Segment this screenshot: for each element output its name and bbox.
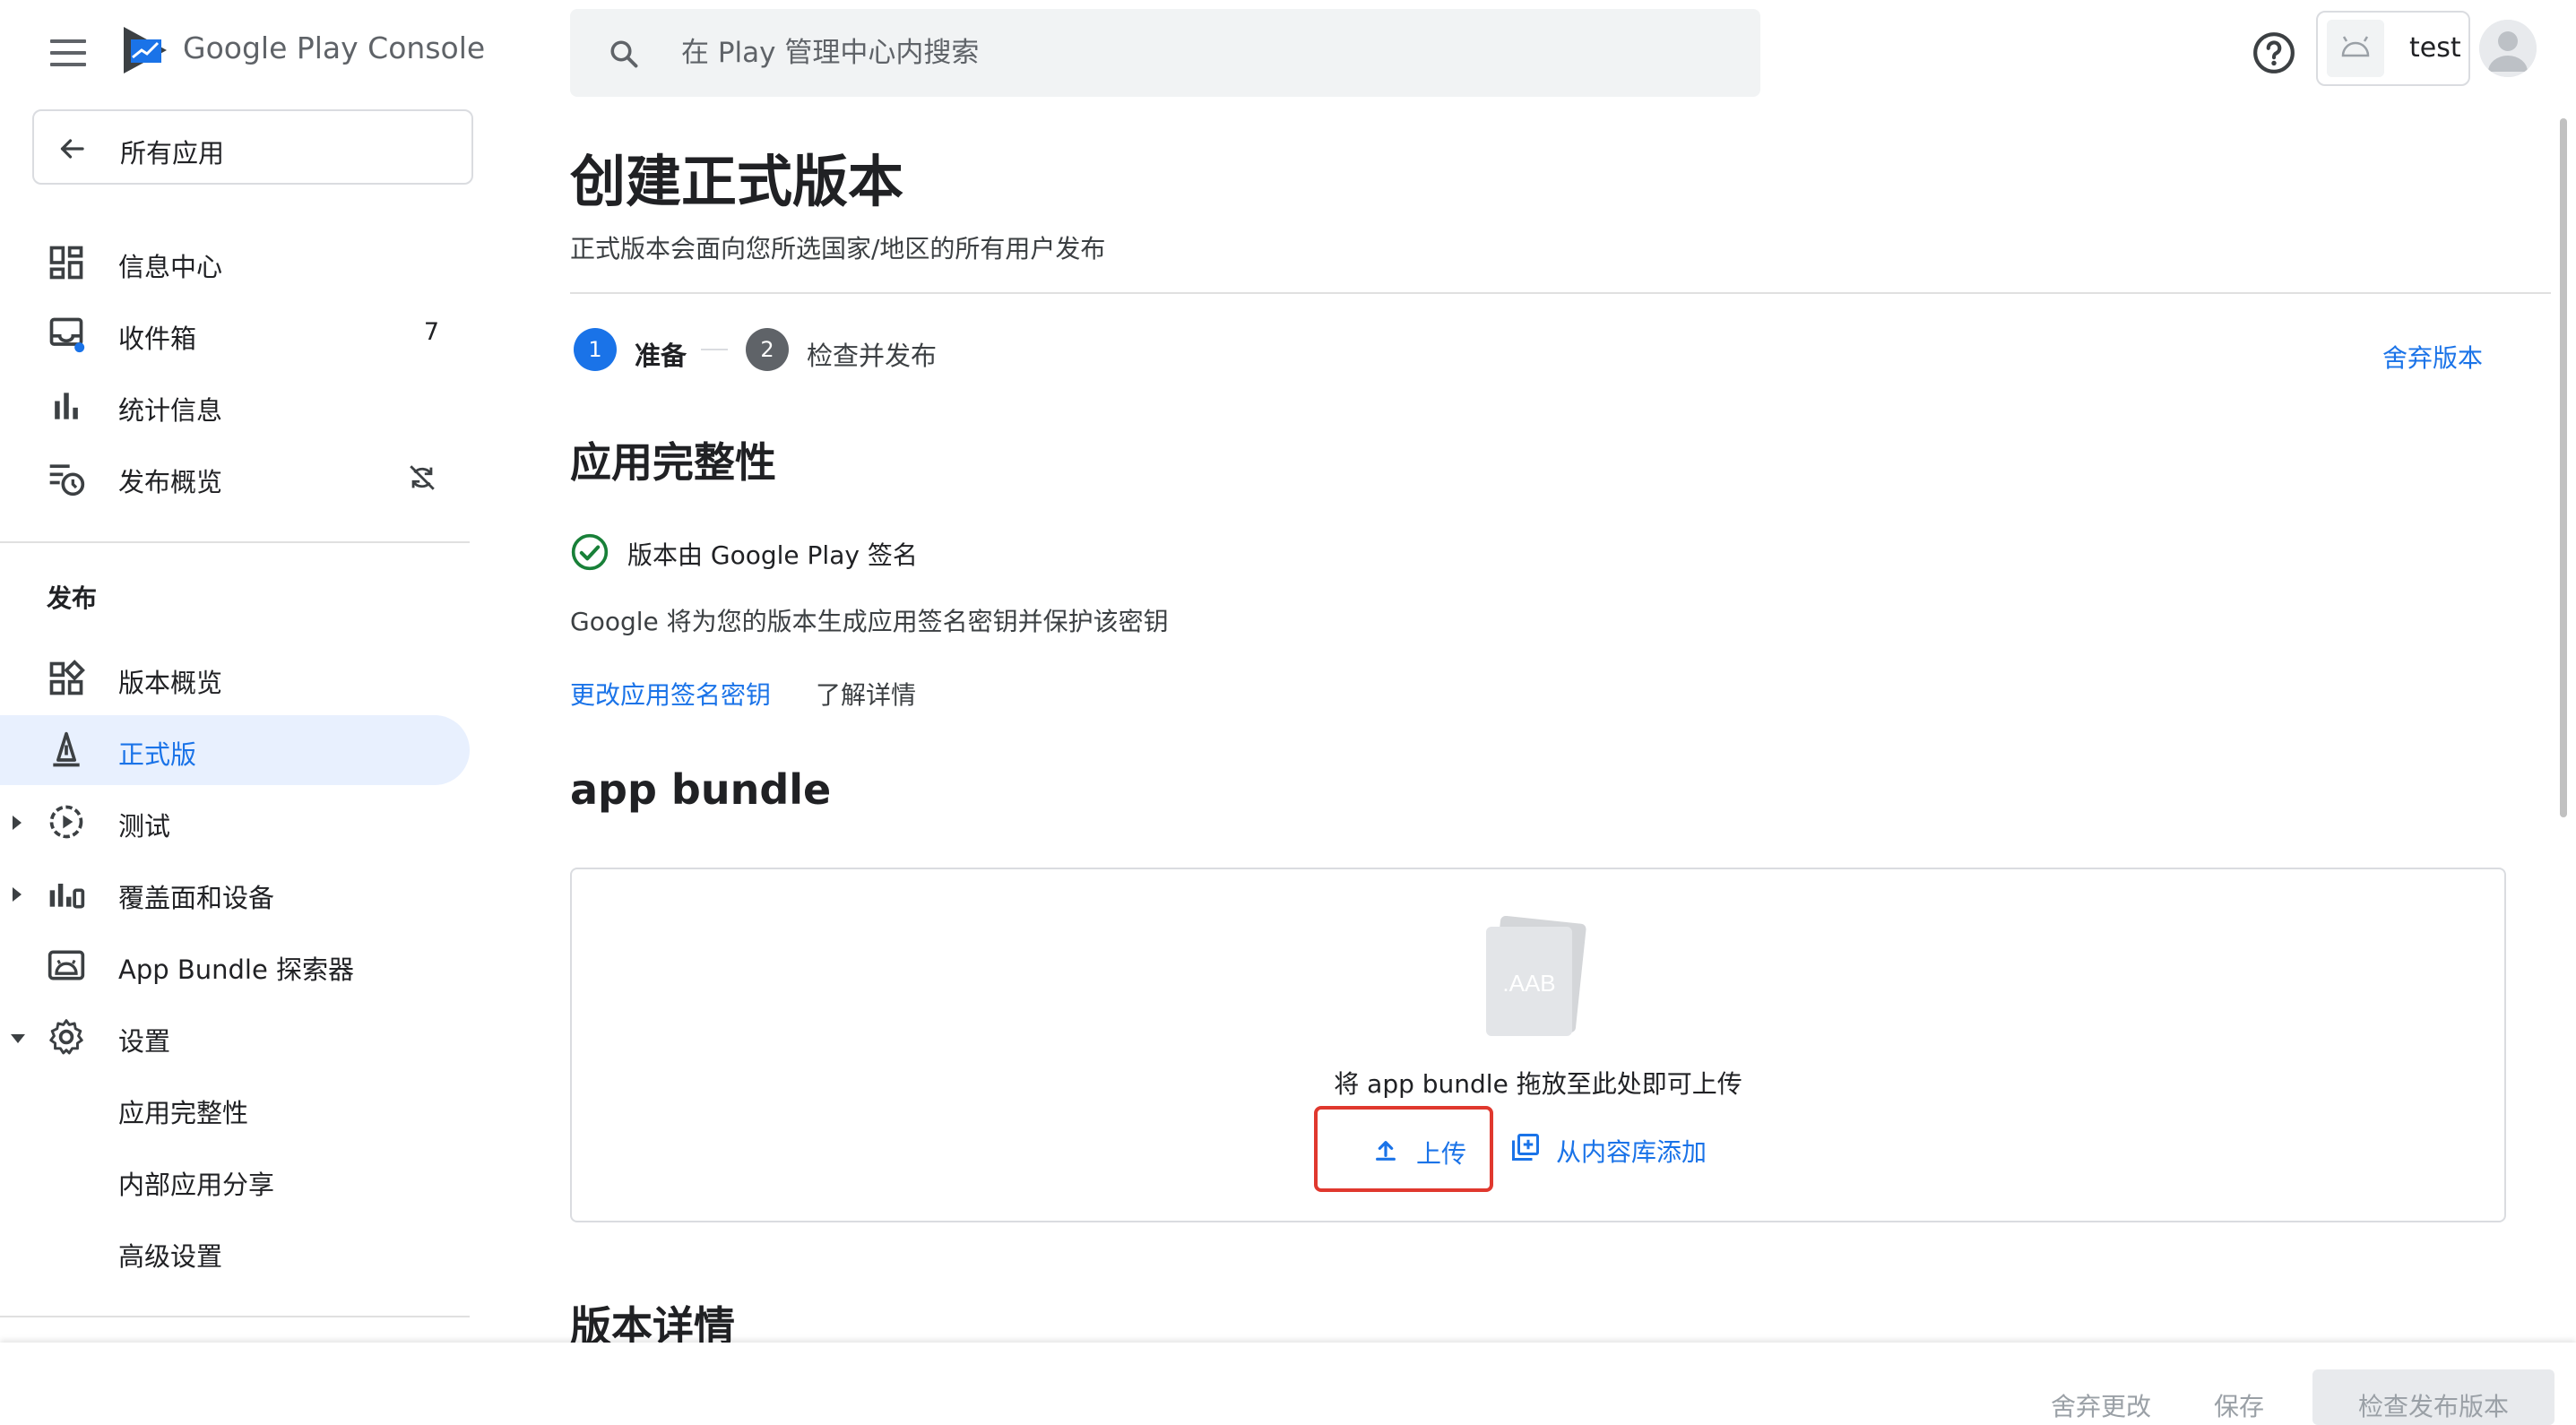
reach-devices-icon: [49, 884, 85, 909]
expand-down-icon[interactable]: [9, 1032, 27, 1045]
search-input[interactable]: [681, 27, 1712, 79]
action-footer: 舍弃更改 保存 检查发布版本: [0, 1343, 2576, 1425]
sidebar-item-label: App Bundle 探索器: [118, 954, 355, 985]
expand-right-icon[interactable]: [11, 885, 23, 903]
app-bundle-heading: app bundle: [570, 765, 832, 814]
bar-chart-icon: [55, 393, 78, 419]
save-button[interactable]: 保存: [2214, 1387, 2264, 1423]
account-name: test: [2409, 32, 2461, 64]
upload-label: 上传: [1416, 1139, 1467, 1169]
add-from-library-button[interactable]: 从内容库添加: [1506, 1124, 1739, 1170]
sidebar-item-label: 统计信息: [118, 395, 223, 426]
review-release-button[interactable]: 检查发布版本: [2312, 1369, 2554, 1425]
sidebar-item-label: 高级设置: [118, 1241, 223, 1272]
menu-icon[interactable]: [50, 39, 86, 66]
releases-overview-icon: [49, 660, 85, 695]
sidebar-item-releases-overview[interactable]: 版本概览: [0, 643, 470, 713]
all-apps-button[interactable]: 所有应用: [32, 109, 473, 185]
sidebar-item-label: 发布概览: [118, 467, 223, 497]
expand-right-icon[interactable]: [11, 814, 23, 832]
sidebar-item-label: 版本概览: [118, 668, 223, 698]
title-divider: [570, 292, 2551, 294]
avatar[interactable]: [2479, 20, 2537, 77]
sidebar-item-label: 覆盖面和设备: [118, 883, 275, 913]
change-signing-key-link[interactable]: 更改应用签名密钥: [570, 676, 771, 712]
all-apps-label: 所有应用: [120, 138, 225, 168]
production-icon: [53, 731, 80, 767]
sidebar-divider: [0, 541, 470, 543]
help-icon[interactable]: [2252, 30, 2296, 75]
learn-more-link[interactable]: 了解详情: [816, 676, 916, 712]
integrity-heading: 应用完整性: [570, 438, 776, 487]
upload-button[interactable]: 上传: [1314, 1106, 1493, 1192]
sidebar-item-label: 内部应用分享: [118, 1170, 275, 1200]
arrow-back-icon: [60, 139, 84, 159]
step-1-label: 准备: [635, 341, 687, 371]
sidebar-item-publishing-overview[interactable]: 发布概览: [0, 443, 470, 513]
sidebar-item-statistics[interactable]: 统计信息: [0, 371, 470, 441]
android-bundle-icon: [48, 950, 85, 980]
product-name[interactable]: Google Play Console: [183, 30, 485, 65]
gear-icon: [49, 1019, 83, 1055]
sidebar-item-reach-devices[interactable]: 覆盖面和设备: [0, 859, 470, 928]
sidebar-item-label: 收件箱: [118, 324, 197, 354]
library-add-icon: [1512, 1134, 1539, 1161]
signing-status-text: 版本由 Google Play 签名: [627, 540, 918, 570]
search-bar[interactable]: [570, 9, 1760, 97]
sidebar-item-label: 设置: [118, 1026, 171, 1057]
step-1-number: 1: [574, 328, 617, 371]
android-app-icon: [2327, 20, 2384, 77]
sidebar-item-app-integrity[interactable]: 应用完整性: [0, 1074, 470, 1144]
sidebar-item-production[interactable]: 正式版: [0, 715, 470, 785]
step-2-number: 2: [746, 328, 789, 371]
testing-icon: [49, 805, 83, 839]
library-label: 从内容库添加: [1556, 1137, 1707, 1167]
discard-release-link[interactable]: 舍弃版本: [2382, 339, 2483, 375]
aab-file-icon: .AAB: [1486, 916, 1586, 1036]
sidebar-item-label: 应用完整性: [118, 1098, 249, 1128]
publishing-history-icon: [49, 464, 85, 497]
drop-instruction: 将 app bundle 拖放至此处即可上传: [1334, 1069, 1742, 1099]
inbox-icon: [49, 317, 85, 353]
sidebar-item-dashboard[interactable]: 信息中心: [0, 228, 470, 298]
play-console-logo-icon: [124, 27, 167, 73]
sidebar-item-testing[interactable]: 测试: [0, 787, 470, 857]
check-circle-icon: [571, 533, 609, 571]
review-release-label: 检查发布版本: [2357, 1392, 2509, 1421]
sidebar-item-inbox[interactable]: 收件箱 7: [0, 299, 470, 369]
sidebar-item-advanced-settings[interactable]: 高级设置: [0, 1217, 470, 1287]
search-icon: [610, 40, 638, 68]
sidebar-item-label: 正式版: [118, 739, 197, 770]
vertical-scrollbar[interactable]: [2560, 118, 2567, 817]
sidebar-divider: [0, 1316, 470, 1317]
sidebar-item-settings[interactable]: 设置: [0, 1002, 470, 1072]
sidebar-item-label: 测试: [118, 811, 171, 842]
sidebar-item-bundle-explorer[interactable]: App Bundle 探索器: [0, 930, 470, 1000]
play-console-page: Google Play Console test 所有应用: [0, 0, 2576, 1425]
upload-icon: [1376, 1141, 1396, 1161]
sidebar-section-release: 发布: [47, 583, 98, 613]
sidebar-item-internal-sharing[interactable]: 内部应用分享: [0, 1145, 470, 1215]
dashboard-icon: [49, 246, 83, 280]
inbox-count-badge: 7: [423, 318, 439, 346]
page-title: 创建正式版本: [570, 149, 904, 214]
sync-disabled-icon: [410, 465, 435, 490]
page-subtitle: 正式版本会面向您所选国家/地区的所有用户发布: [570, 234, 1106, 263]
signing-description: Google 将为您的版本生成应用签名密钥并保护该密钥: [570, 607, 1169, 636]
discard-changes-button[interactable]: 舍弃更改: [2051, 1387, 2151, 1423]
step-connector: [701, 349, 728, 350]
sidebar-item-label: 信息中心: [118, 252, 223, 282]
step-2-label: 检查并发布: [807, 341, 938, 371]
account-switcher[interactable]: test: [2316, 11, 2470, 86]
aab-file-label: .AAB: [1502, 970, 1555, 997]
